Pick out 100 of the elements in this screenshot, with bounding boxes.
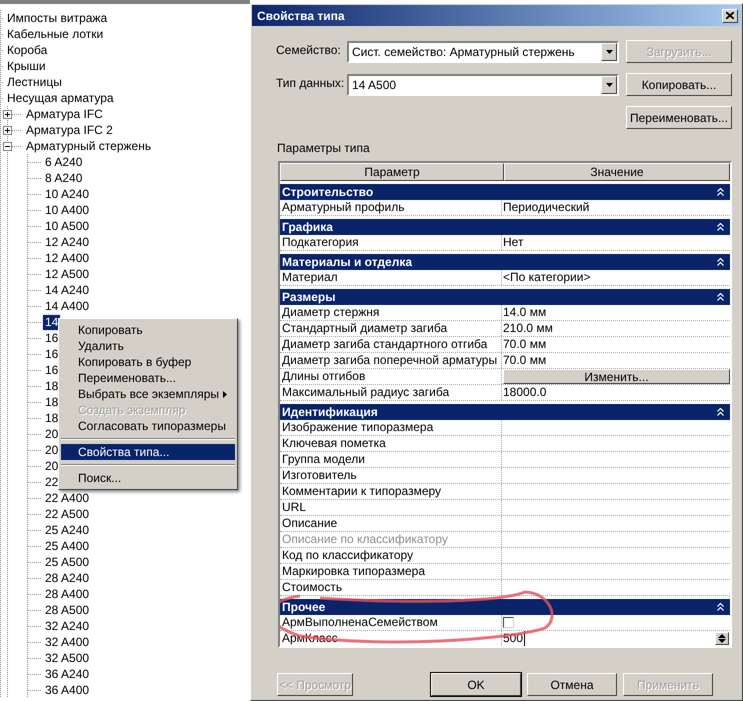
parameter-name: Группа модели: [280, 452, 502, 467]
parameter-name: Максимальный радиус загиба: [280, 385, 502, 400]
menu-item[interactable]: Удалить: [61, 338, 235, 354]
tree-item[interactable]: 20: [43, 442, 60, 458]
value-text: 70.0 мм: [503, 353, 546, 368]
tree-item[interactable]: 28 A400: [43, 586, 92, 602]
tree-item[interactable]: Импосты витража: [5, 10, 110, 26]
parameter-name: Описание: [280, 516, 502, 531]
group-header[interactable]: Строительство: [280, 184, 730, 200]
parameter-name: Стандартный диаметр загиба: [280, 321, 502, 336]
group-header[interactable]: Размеры: [280, 289, 730, 305]
tree-item[interactable]: 16: [43, 330, 60, 346]
value-text: 14.0 мм: [503, 305, 546, 320]
parameter-name: Подкатегория: [280, 235, 502, 250]
tree-item[interactable]: 14 A240: [43, 282, 92, 298]
tree-item[interactable]: Арматура IFC: [24, 106, 105, 122]
tree-item[interactable]: 18: [43, 378, 60, 394]
rename-button[interactable]: Переименовать...: [626, 106, 732, 129]
tree-item[interactable]: 32 A500: [43, 650, 92, 666]
dialog-button[interactable]: Копировать...: [626, 73, 732, 96]
tree-item[interactable]: 22 A400: [43, 490, 92, 506]
tree-item[interactable]: 12 A240: [43, 234, 92, 250]
tree-item[interactable]: 10 A500: [43, 218, 92, 234]
tree-item[interactable]: 25 A500: [43, 554, 92, 570]
close-button[interactable]: [722, 8, 738, 22]
number-input[interactable]: 500: [503, 631, 526, 646]
menu-item[interactable]: Поиск...: [61, 470, 235, 486]
value-text: <По категории>: [503, 270, 590, 285]
tree-item[interactable]: 16: [43, 362, 60, 378]
dropdown-field[interactable]: Сист. семейство: Арматурный стержень: [347, 40, 619, 62]
tree-item[interactable]: Крыши: [5, 58, 48, 74]
tree-item[interactable]: 8 A240: [43, 170, 84, 186]
group-header[interactable]: Идентификация: [280, 404, 730, 420]
parameter-name: Описание по классификатору: [280, 532, 502, 547]
parameter-name: Ключевая пометка: [280, 436, 502, 451]
tree-item[interactable]: 25 A400: [43, 538, 92, 554]
expand-icon[interactable]: [3, 110, 12, 118]
tree-item[interactable]: Арматурный стержень: [24, 138, 154, 154]
menu-item[interactable]: Свойства типа...: [61, 444, 235, 460]
parameter-name: АрмКласс: [280, 631, 502, 646]
section-label: Параметры типа: [277, 141, 371, 155]
tree-item[interactable]: Лестницы: [5, 74, 64, 90]
tree-item[interactable]: 36 A240: [43, 666, 92, 682]
dialog-button[interactable]: OK: [431, 673, 521, 696]
tree-item[interactable]: 12 A500: [43, 266, 92, 282]
menu-item[interactable]: Копировать в буфер: [61, 354, 235, 370]
tree-item[interactable]: 14: [43, 314, 60, 330]
tree-item[interactable]: 32 A400: [43, 634, 92, 650]
tree-item[interactable]: 10 A240: [43, 186, 92, 202]
tree-item[interactable]: Арматура IFC 2: [24, 122, 115, 138]
collapse-icon[interactable]: [3, 142, 12, 150]
tree-item[interactable]: 20: [43, 458, 60, 474]
field-label: Семейство:: [276, 42, 342, 57]
tree-item[interactable]: 36 A400: [43, 682, 92, 698]
tree-item[interactable]: 28 A500: [43, 602, 92, 618]
tree-item[interactable]: 32 A240: [43, 618, 92, 634]
field-label: Тип данных:: [276, 75, 346, 90]
edit-button[interactable]: Изменить...: [503, 369, 730, 384]
tree-item[interactable]: 25 A240: [43, 522, 92, 538]
tree-item[interactable]: 18: [43, 410, 60, 426]
parameter-name: Комментарии к типоразмеру: [280, 484, 502, 499]
expand-icon[interactable]: [3, 126, 12, 134]
tree-item[interactable]: 16: [43, 346, 60, 362]
close-icon[interactable]: [726, 12, 734, 19]
parameter-name: Изготовитель: [280, 468, 502, 483]
tree-item[interactable]: 18: [43, 394, 60, 410]
parameter-name: Диаметр загиба стандартного отгиба: [280, 337, 502, 352]
tree-item[interactable]: 12 A400: [43, 250, 92, 266]
tree-item[interactable]: 14 A400: [43, 298, 92, 314]
tree-item[interactable]: Кабельные лотки: [5, 26, 106, 42]
parameter-name: Диаметр стержня: [280, 305, 502, 320]
dropdown-field[interactable]: 14 A500: [347, 74, 619, 96]
parameter-name: Код по классификатору: [280, 548, 502, 563]
tree-item[interactable]: Несущая арматура: [5, 90, 116, 106]
menu-item[interactable]: Согласовать типоразмеры: [61, 418, 235, 434]
tree-item[interactable]: 6 A240: [43, 154, 84, 170]
tree-item[interactable]: Короба: [5, 42, 50, 58]
parameter-name: Длины отгибов: [280, 369, 502, 384]
spinner-icon[interactable]: [715, 632, 729, 645]
tree-item[interactable]: 20: [43, 426, 60, 442]
menu-item[interactable]: Копировать: [61, 322, 235, 338]
tree-item[interactable]: 22 A500: [43, 506, 92, 522]
window-title: Свойства типа: [257, 8, 345, 22]
group-header[interactable]: Графика: [280, 219, 730, 235]
checkbox[interactable]: [503, 617, 514, 628]
parameter-name: Диаметр загиба поперечной арматуры: [280, 353, 502, 368]
parameter-name: URL: [280, 500, 502, 515]
parameter-name: АрмВыполненаСемейством: [280, 615, 502, 630]
group-header[interactable]: Прочее: [280, 599, 730, 615]
value-text: Периодический: [503, 200, 590, 215]
tree-item[interactable]: 22: [43, 474, 60, 490]
dialog-button[interactable]: Отмена: [527, 673, 617, 696]
tree-item[interactable]: 10 A400: [43, 202, 92, 218]
menu-item[interactable]: Выбрать все экземпляры: [61, 386, 235, 402]
column-header[interactable]: Параметр: [280, 163, 504, 181]
column-header[interactable]: Значение: [504, 163, 730, 181]
value-text: 70.0 мм: [503, 337, 546, 352]
group-header[interactable]: Материалы и отделка: [280, 254, 730, 270]
menu-item[interactable]: Переименовать...: [61, 370, 235, 386]
tree-item[interactable]: 28 A240: [43, 570, 92, 586]
